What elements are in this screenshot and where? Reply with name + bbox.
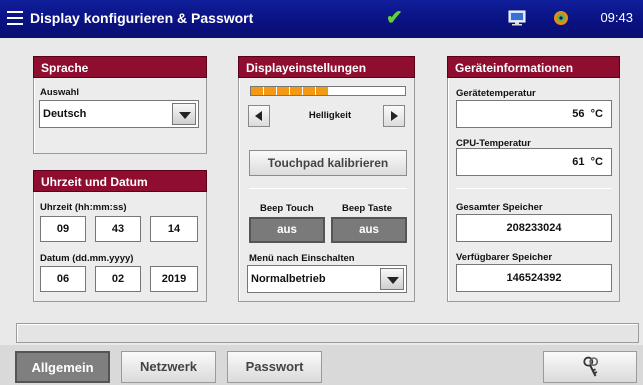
language-panel-header: Sprache xyxy=(33,56,207,78)
minute-field[interactable]: 43 xyxy=(95,216,141,242)
device-info-panel-header: Geräteinformationen xyxy=(447,56,620,78)
language-select-label: Auswahl xyxy=(40,87,80,98)
datetime-panel-header: Uhrzeit und Datum xyxy=(33,170,207,192)
monitor-icon[interactable] xyxy=(508,10,526,26)
beep-key-label: Beep Taste xyxy=(342,203,392,214)
language-select[interactable]: Deutsch xyxy=(39,100,199,128)
month-field[interactable]: 02 xyxy=(95,266,141,292)
status-bar xyxy=(16,323,639,343)
key-icon xyxy=(583,356,599,377)
device-temp-label: Gerätetemperatur xyxy=(456,88,536,99)
startup-menu-label: Menü nach Einschalten xyxy=(249,253,355,264)
beep-key-toggle[interactable]: aus xyxy=(331,217,407,243)
day-field[interactable]: 06 xyxy=(40,266,86,292)
device-temp-value: 56 °C xyxy=(456,100,612,128)
key-button[interactable] xyxy=(543,351,637,383)
free-memory-value: 146524392 xyxy=(456,264,612,292)
tab-passwort[interactable]: Passwort xyxy=(227,351,322,383)
hour-field[interactable]: 09 xyxy=(40,216,86,242)
device-info-divider xyxy=(456,188,612,189)
gear-icon[interactable] xyxy=(552,9,570,27)
calibrate-touchpad-button[interactable]: Touchpad kalibrieren xyxy=(249,150,407,176)
display-divider xyxy=(249,188,407,189)
window-title: Display konfigurieren & Passwort xyxy=(30,10,254,26)
brightness-decrease-button[interactable] xyxy=(248,105,270,127)
startup-menu-value: Normalbetrieb xyxy=(251,273,326,285)
chevron-down-icon[interactable] xyxy=(380,268,404,290)
total-memory-value: 208233024 xyxy=(456,214,612,242)
beep-touch-toggle[interactable]: aus xyxy=(249,217,325,243)
total-memory-label: Gesamter Speicher xyxy=(456,202,543,213)
time-label: Uhrzeit (hh:mm:ss) xyxy=(40,202,127,213)
brightness-bar xyxy=(250,86,406,96)
beep-touch-label: Beep Touch xyxy=(260,203,314,214)
brightness-bar-fill xyxy=(251,87,328,95)
clock: 09:43 xyxy=(600,10,633,25)
year-field[interactable]: 2019 xyxy=(150,266,198,292)
cpu-temp-value: 61 °C xyxy=(456,148,612,176)
brightness-label: Helligkeit xyxy=(308,110,352,121)
chevron-down-icon[interactable] xyxy=(172,103,196,125)
free-memory-label: Verfügbarer Speicher xyxy=(456,252,553,263)
language-select-value: Deutsch xyxy=(43,108,87,120)
check-icon: ✔ xyxy=(386,7,403,29)
second-field[interactable]: 14 xyxy=(150,216,198,242)
tab-netzwerk[interactable]: Netzwerk xyxy=(121,351,216,383)
startup-menu-select[interactable]: Normalbetrieb xyxy=(247,265,407,293)
date-label: Datum (dd.mm.yyyy) xyxy=(40,253,134,264)
title-bar: Display konfigurieren & Passwort ✔ 09:43 xyxy=(0,0,643,38)
menu-icon[interactable] xyxy=(7,11,23,25)
brightness-increase-button[interactable] xyxy=(383,105,405,127)
display-panel-header: Displayeinstellungen xyxy=(238,56,415,78)
tab-allgemein[interactable]: Allgemein xyxy=(15,351,110,383)
